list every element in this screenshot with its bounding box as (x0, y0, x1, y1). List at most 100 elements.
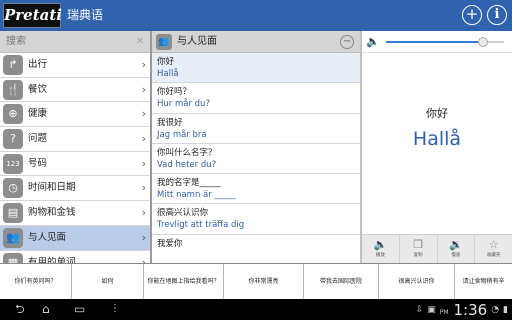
copy-icon: ❐ (413, 238, 424, 251)
volume-row: 🔈 (362, 31, 512, 53)
chevron-right-icon: › (141, 230, 146, 244)
volume-thumb[interactable] (477, 37, 488, 47)
people-icon: 👥 (156, 34, 172, 50)
phrase-source: 你好 (157, 57, 175, 67)
star-icon: ☆ (488, 238, 499, 251)
menu-icon[interactable]: ⋮ (110, 301, 120, 317)
phrase-item[interactable]: 我爱你 (152, 235, 360, 263)
phrase-list-header: 👥 与人见面 − (152, 31, 360, 53)
phrase-source: 你好吗？ (157, 87, 192, 98)
phrase-source: 我的名字是_____ (157, 178, 221, 189)
action-button[interactable]: ☆ 收藏夹 (475, 235, 512, 263)
chevron-right-icon: › (141, 107, 146, 121)
category-item[interactable]: ? 问题 › (0, 127, 150, 152)
book-icon: ▦ (3, 252, 23, 263)
action-label: 播放 (375, 253, 385, 258)
action-button[interactable]: 🔉 慢速 (438, 235, 476, 263)
back-icon[interactable]: ⮌ (15, 301, 25, 317)
category-item[interactable]: ⊕ 健康 › (0, 102, 150, 128)
wifi-icon: ◔ (491, 304, 500, 315)
health-icon: ⊕ (3, 104, 23, 125)
phrase-translation: Trevligt att träffa dig (157, 220, 245, 231)
phrase-source: 很高兴认识你 (157, 208, 209, 219)
app-logo: Pretati (3, 3, 62, 28)
chevron-right-icon: › (141, 181, 146, 195)
detail-source-text: 你好 (426, 107, 448, 120)
phrase-source: 我很好 (157, 117, 183, 128)
phrase-item[interactable]: 我很好 Jag mår bra (152, 114, 360, 144)
phrase-item[interactable]: 你好吗？ Hur mår du? (152, 83, 360, 114)
quick-phrase-button[interactable]: 你非常漂亮 (224, 264, 304, 299)
search-bar: ✕ (0, 31, 150, 53)
volume-icon: 🔈 (366, 35, 380, 48)
phrase-item[interactable]: 很高兴认识你 Trevligt att träffa dig (152, 204, 360, 235)
route-sign-icon: ↱ (3, 55, 23, 75)
category-label: 号码 (28, 157, 48, 169)
app-title: 瑞典语 (67, 8, 104, 22)
collapse-icon[interactable]: − (340, 35, 354, 49)
quick-phrase-button[interactable]: 你们有英问吗？ (0, 264, 72, 299)
phrase-item[interactable]: 我的名字是_____ Mitt namn är _____ (152, 174, 360, 205)
phrase-translation: Jag mår bra (157, 129, 207, 140)
category-item[interactable]: ◷ 时间和日期 › (0, 176, 150, 202)
detail-pane: 🔈 你好 Hallå 🔈 播放 ❐ 复制 🔉 慢速 ☆ 收藏夹 (362, 31, 512, 263)
phrase-source: 我爱你 (157, 238, 183, 249)
phrase-list-title: 与人见面 (177, 36, 217, 47)
detail-translation-text: Hallå (412, 128, 462, 150)
clock-icon: ◷ (3, 178, 23, 199)
quick-phrase-button[interactable]: 你能在地图上指给我看吗？ (144, 264, 224, 299)
search-clear-icon[interactable]: ✕ (134, 36, 146, 48)
dining-icon: 🍴 (3, 79, 23, 100)
numbers-icon: 123 (3, 153, 23, 174)
phrase-translation: Vad heter du? (157, 159, 217, 170)
phrase-item[interactable]: 你好 Hallå (152, 53, 360, 84)
quick-phrase-button[interactable]: 带我去国际医院 (304, 264, 379, 299)
volume-slider[interactable] (386, 37, 504, 47)
category-panel: ✕ ↱ 出行 › 🍴 餐饮 › ⊕ 健康 ›? 问题 › 123 号码 › ◷ 时间和日期 › ▤ 购物和金钱 › 👥 与… (0, 31, 150, 263)
quick-phrase-button[interactable]: 如何 (72, 264, 144, 299)
question-icon: ? (3, 129, 23, 150)
quick-phrase-button[interactable]: 很高兴认识你 (379, 264, 455, 299)
category-item[interactable]: ▦ 有用的单词 › (0, 250, 150, 264)
search-input[interactable] (6, 31, 126, 53)
category-label: 购物和金钱 (28, 207, 76, 219)
phrase-panel: 👥 与人见面 − 你好 Hallå 你好吗？ Hur mår du? 我很好 Jag må… (152, 31, 360, 263)
category-item[interactable]: 🍴 餐饮 › (0, 77, 150, 103)
phrase-translation: Hur mår du? (157, 99, 210, 110)
download-icon: ⇩ (415, 304, 424, 315)
category-label: 时间和日期 (28, 182, 76, 194)
action-label: 收藏夹 (486, 253, 501, 258)
info-icon[interactable]: i (487, 5, 507, 25)
home-icon[interactable]: ⌂ (42, 301, 50, 317)
category-item[interactable]: 👥 与人见面 › (0, 225, 150, 251)
category-item[interactable]: ↱ 出行 › (0, 53, 150, 78)
system-nav-bar: ⮌ ⌂ ▭ ⋮ ⇩ ▣ PM 1:36 ◔ ▮ (0, 299, 512, 320)
status-tray: ⇩ ▣ PM 1:36 ◔ ▮ (416, 300, 508, 319)
phrase-item[interactable]: 你叫什么名字？ Vad heter du? (152, 144, 360, 175)
quick-phrase-button[interactable]: 请让食物稍有辛 (455, 264, 512, 299)
volume-fill (386, 41, 483, 43)
battery-icon: ▮ (503, 304, 508, 315)
action-label: 复制 (413, 253, 423, 258)
chevron-right-icon: › (141, 132, 146, 146)
category-label: 出行 (28, 59, 48, 70)
category-label: 有用的单词 (28, 256, 76, 264)
phrase-translation: Mitt namn är _____ (157, 190, 236, 201)
chevron-right-icon: › (141, 156, 146, 170)
action-button[interactable]: 🔈 播放 (362, 235, 400, 263)
phrase-list: 你好 Hallå 你好吗？ Hur mår du? 我很好 Jag mår bra 你叫什么… (152, 53, 360, 263)
recent-apps-icon[interactable]: ▭ (74, 301, 85, 317)
phrase-strip: 你们有英问吗？ 如何 你能在地图上指给我看吗？ 你非常漂亮 带我去国际医院 很高兴认识你请… (0, 263, 512, 299)
action-label: 慢速 (451, 253, 461, 258)
action-button[interactable]: ❐ 复制 (400, 235, 438, 263)
chevron-right-icon: › (141, 206, 146, 220)
category-item[interactable]: 123 号码 › (0, 151, 150, 177)
add-icon[interactable]: + (462, 5, 482, 25)
chevron-right-icon: › (141, 58, 146, 71)
category-item[interactable]: ▤ 购物和金钱 › (0, 201, 150, 226)
chevron-right-icon: › (141, 82, 146, 96)
slow-speaker-icon: 🔉 (449, 238, 463, 251)
category-label: 餐饮 (28, 83, 48, 95)
shopping-icon: ▤ (3, 203, 23, 224)
category-label: 健康 (28, 108, 48, 120)
